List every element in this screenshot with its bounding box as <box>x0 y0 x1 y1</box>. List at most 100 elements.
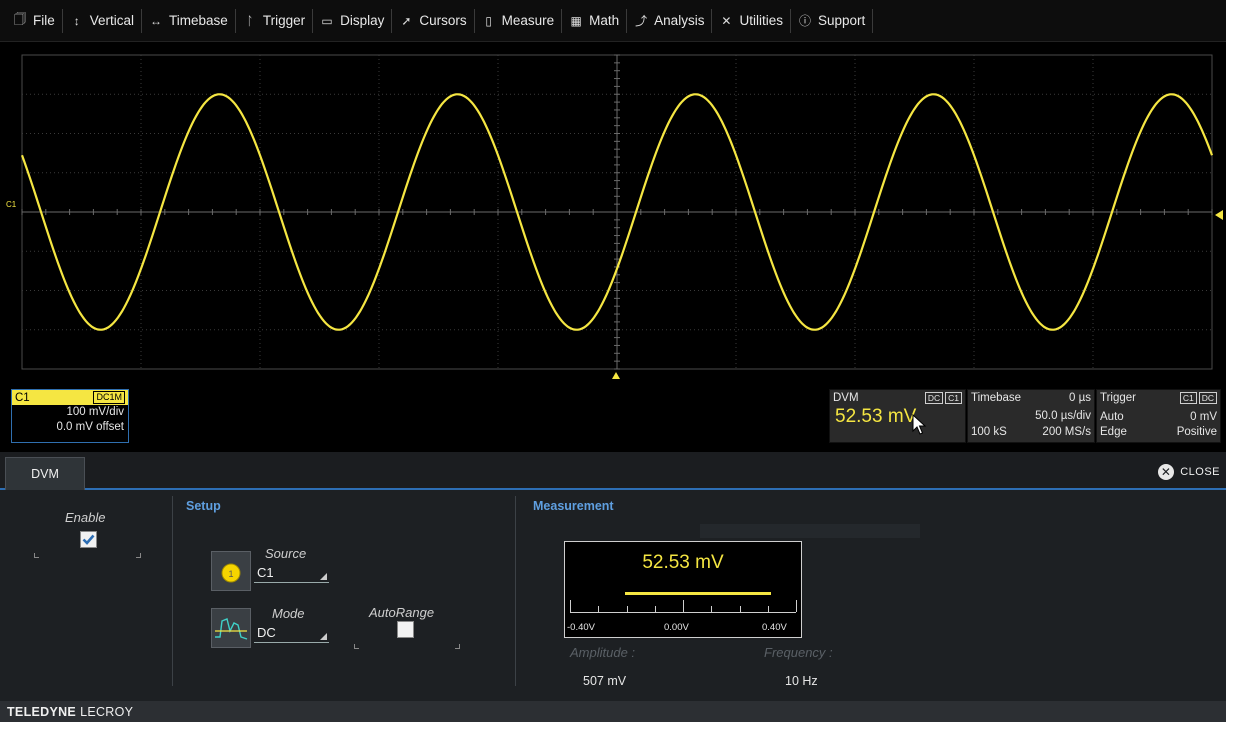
menu-analysis[interactable]: ⤴ Analysis <box>627 8 713 33</box>
mode-label: Mode <box>272 606 305 621</box>
autorange-corner-left <box>354 644 359 649</box>
close-button[interactable]: ✕ CLOSE <box>1158 464 1220 480</box>
trigger-title: Trigger <box>1100 391 1136 404</box>
meter-tick <box>767 606 769 612</box>
autorange-label: AutoRange <box>369 605 435 620</box>
measurement-title: Measurement <box>533 499 614 513</box>
menu-timebase[interactable]: ↔ Timebase <box>142 8 236 33</box>
channel-header: C1 DC1M <box>12 390 128 405</box>
cursors-icon: ➚ <box>401 13 412 28</box>
enable-label: Enable <box>65 510 106 525</box>
enable-corner-left <box>34 553 39 558</box>
menu-label: Display <box>340 13 385 28</box>
meter-axis <box>570 612 796 613</box>
menu-label: File <box>33 13 55 28</box>
channel-name: C1 <box>15 391 30 404</box>
autorange-corner-right <box>455 644 460 649</box>
menu-label: Trigger <box>262 13 306 28</box>
channel-descriptor-c1[interactable]: C1 DC1M 100 mV/div 0.0 mV offset <box>11 389 129 443</box>
trigger-level-arrow[interactable] <box>1215 210 1223 220</box>
trigger-icon: ᛚ <box>246 13 254 28</box>
trigger-slope: Positive <box>1176 426 1217 438</box>
trigger-coupling-tag: DC <box>1198 391 1217 404</box>
meter-tick <box>598 606 600 612</box>
mode-value: DC <box>257 625 276 640</box>
dialog-tab-bar: DVM ✕ CLOSE <box>0 452 1226 490</box>
timebase-title: Timebase <box>971 391 1022 404</box>
menu-measure[interactable]: ▯ Measure <box>475 8 563 33</box>
meter-tick <box>654 606 656 612</box>
waveform-grid <box>20 54 1214 370</box>
trigger-source-tag: C1 <box>1179 391 1197 404</box>
timebase-scale: 50.0 µs/div <box>1035 410 1091 422</box>
amplitude-value: 507 mV <box>583 674 627 688</box>
trigger-descriptor[interactable]: Trigger C1 DC Auto 0 mV Edge Positive <box>1096 389 1221 443</box>
channel-coupling: DC1M <box>93 391 125 404</box>
analysis-icon: ⤴ <box>635 14 648 28</box>
tab-dvm[interactable]: DVM <box>5 457 85 490</box>
mode-select[interactable]: DC <box>254 625 329 643</box>
source-button[interactable]: 1 <box>211 551 251 591</box>
channel-offset: 0.0 mV offset <box>56 421 124 433</box>
setup-title: Setup <box>186 499 221 513</box>
meter-level-bar <box>624 592 771 595</box>
math-icon: ▦ <box>570 13 582 28</box>
dvm-meter: 52.53 mV -0.40V 0.00V 0.40V <box>564 541 802 638</box>
mode-button[interactable] <box>211 608 251 648</box>
source-value: C1 <box>257 565 274 580</box>
timebase-delay: 0 µs <box>1069 391 1091 404</box>
trigger-position-arrow[interactable] <box>612 372 620 379</box>
channel-scale: 100 mV/div <box>66 406 124 418</box>
timebase-rate: 200 MS/s <box>1042 426 1091 438</box>
trigger-mode: Auto <box>1100 411 1124 423</box>
menu-label: Cursors <box>419 13 467 28</box>
menu-label: Utilities <box>739 13 783 28</box>
menu-trigger[interactable]: ᛚ Trigger <box>236 8 314 33</box>
trigger-level: 0 mV <box>1190 411 1217 423</box>
check-icon <box>82 534 95 545</box>
dropdown-icon <box>320 573 327 580</box>
menu-math[interactable]: ▦ Math <box>562 8 628 33</box>
menu-label: Analysis <box>654 13 705 28</box>
dropdown-icon <box>320 633 327 640</box>
menu-label: Vertical <box>89 13 135 28</box>
dvm-coupling-tag: DC <box>924 391 944 404</box>
vertical-icon: ↕ <box>73 13 80 28</box>
support-icon: ⓘ <box>798 14 811 28</box>
separator <box>172 496 173 686</box>
menu-bar: 🗍 File ↕ Vertical ↔ Timebase ᛚ Trigger ▭ Display ➚… <box>0 0 1226 42</box>
meter-reading: 52.53 mV <box>642 552 724 573</box>
waveform-mode-icon <box>215 618 248 640</box>
meter-max-label: 0.40V <box>762 622 787 633</box>
display-icon: ▭ <box>321 13 333 28</box>
menu-vertical[interactable]: ↕ Vertical <box>63 8 143 33</box>
dvm-descriptor[interactable]: DVM DC C1 52.53 mV <box>829 389 966 443</box>
meter-min-label: -0.40V <box>567 622 595 633</box>
meter-mid-label: 0.00V <box>664 622 689 633</box>
menu-support[interactable]: ⓘ Support <box>791 8 874 33</box>
source-select[interactable]: C1 <box>254 565 329 583</box>
mouse-pointer-icon <box>912 414 927 435</box>
trigger-type: Edge <box>1100 426 1127 438</box>
channel-source-icon: 1 <box>221 563 241 583</box>
meter-tick <box>796 600 797 612</box>
frequency-label: Frequency : <box>764 645 833 660</box>
dvm-title: DVM <box>833 391 859 404</box>
source-label: Source <box>265 546 307 561</box>
brand-logo-rest: LECROY <box>80 704 134 719</box>
menu-cursors[interactable]: ➚ Cursors <box>392 8 475 33</box>
menu-utilities[interactable]: ✕ Utilities <box>712 8 791 33</box>
svg-text:1: 1 <box>228 569 233 579</box>
scope-display[interactable]: C1 C1 DC1M 100 mV/div 0.0 mV offset DVM … <box>0 42 1226 452</box>
menu-display[interactable]: ▭ Display <box>313 8 393 33</box>
meter-tick <box>626 606 628 612</box>
dvm-reading: 52.53 mV <box>835 406 917 427</box>
timebase-descriptor[interactable]: Timebase 0 µs 50.0 µs/div 100 kS 200 MS/… <box>967 389 1095 443</box>
menu-file[interactable]: 🗍 File <box>6 8 63 33</box>
timebase-samples: 100 kS <box>971 426 1007 438</box>
enable-checkbox[interactable] <box>80 531 97 548</box>
frequency-value: 10 Hz <box>785 674 818 688</box>
enable-corner-right <box>136 553 141 558</box>
brand-logo-bold: TELEDYNE <box>7 704 77 719</box>
autorange-checkbox[interactable] <box>397 621 414 638</box>
